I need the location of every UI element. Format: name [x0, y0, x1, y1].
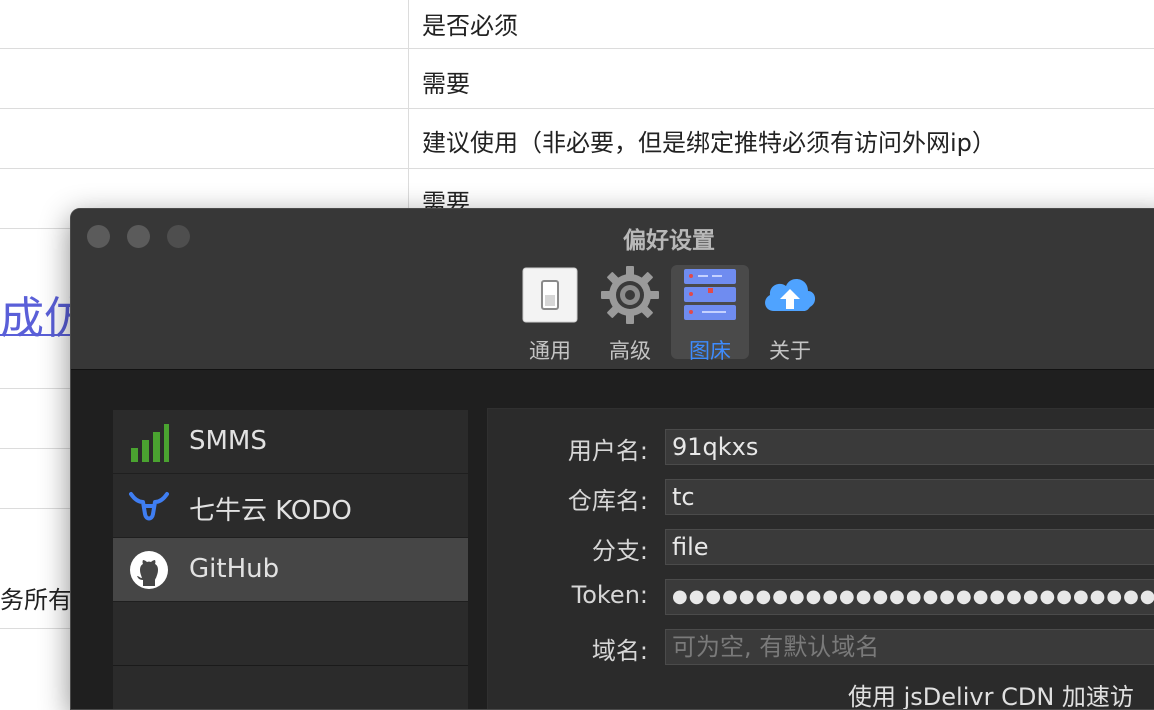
table-cell: 是否必须: [422, 12, 518, 40]
sidebar-item-label: 七牛云 KODO: [189, 496, 352, 526]
branch-field[interactable]: file: [665, 529, 1154, 565]
branch-label: 分支:: [591, 537, 648, 565]
sidebar-divider: [113, 665, 468, 666]
table-row: 需要: [0, 49, 1154, 109]
switch-icon: [522, 267, 578, 323]
table-row: 是否必须: [0, 0, 1154, 49]
toolbar-tab-about[interactable]: 关于: [751, 265, 829, 363]
toolbar-label: 高级: [609, 339, 651, 363]
domain-label: 域名:: [591, 637, 648, 665]
github-settings-panel: 用户名: 91qkxs 仓库名: tc 分支: file Token: ●●●●…: [487, 408, 1154, 709]
toolbar-tab-advanced[interactable]: 高级: [591, 265, 669, 363]
divider: [0, 448, 70, 449]
table-divider: [408, 0, 409, 210]
preferences-content: SMMS 七牛云 KODO GitHub 用户名: 91qkxs 仓库名: tc…: [71, 370, 1154, 709]
github-icon: [130, 551, 168, 589]
divider: [0, 388, 70, 389]
toolbar-tab-general[interactable]: 通用: [511, 265, 589, 363]
toolbar-label: 通用: [529, 339, 571, 363]
window-title: 偏好设置: [623, 228, 715, 254]
image-host-list: SMMS 七牛云 KODO GitHub: [113, 410, 468, 709]
username-label: 用户名:: [567, 437, 648, 465]
sidebar-item-github[interactable]: GitHub: [113, 538, 468, 602]
toolbar-label: 图床: [689, 339, 731, 363]
table-cell: 建议使用（非必要，但是绑定推特必须有访问外网ip）: [422, 129, 996, 157]
divider: [0, 628, 70, 629]
table-row: 建议使用（非必要，但是绑定推特必须有访问外网ip）: [0, 109, 1154, 169]
gear-icon: [601, 266, 659, 324]
token-label: Token:: [571, 581, 648, 609]
username-field[interactable]: 91qkxs: [665, 429, 1154, 465]
toolbar-label: 关于: [769, 339, 811, 363]
preferences-window: 偏好设置 通用 高级 图床 关于 SMMS 七牛云 KODO GitHub 用户…: [70, 208, 1154, 710]
server-icon: [684, 269, 736, 320]
sidebar-item-label: GitHub: [189, 554, 280, 584]
window-titlebar: 偏好设置 通用 高级 图床 关于: [71, 209, 1154, 370]
repo-label: 仓库名:: [567, 487, 648, 515]
toolbar-tab-image-host[interactable]: 图床: [671, 265, 749, 363]
token-field[interactable]: ●●●●●●●●●●●●●●●●●●●●●●●●●●●●●●●●●●●●●●●●: [665, 579, 1154, 615]
divider: [0, 508, 70, 509]
domain-field[interactable]: 可为空, 有默认域名: [665, 629, 1154, 665]
sidebar-item-smms[interactable]: SMMS: [113, 410, 468, 474]
cloud-upload-icon: [765, 278, 816, 311]
table-cell: 需要: [422, 70, 470, 98]
signal-bars-icon: [131, 424, 169, 462]
sidebar-item-label: SMMS: [189, 426, 267, 456]
divider: [0, 228, 70, 229]
table-row: 需要: [0, 169, 1154, 217]
repo-field[interactable]: tc: [665, 479, 1154, 515]
page-text: 务所有: [0, 586, 70, 614]
sidebar-item-qiniu[interactable]: 七牛云 KODO: [113, 474, 468, 538]
page-link[interactable]: 成仿: [0, 282, 70, 346]
qiniu-icon: [129, 492, 169, 521]
